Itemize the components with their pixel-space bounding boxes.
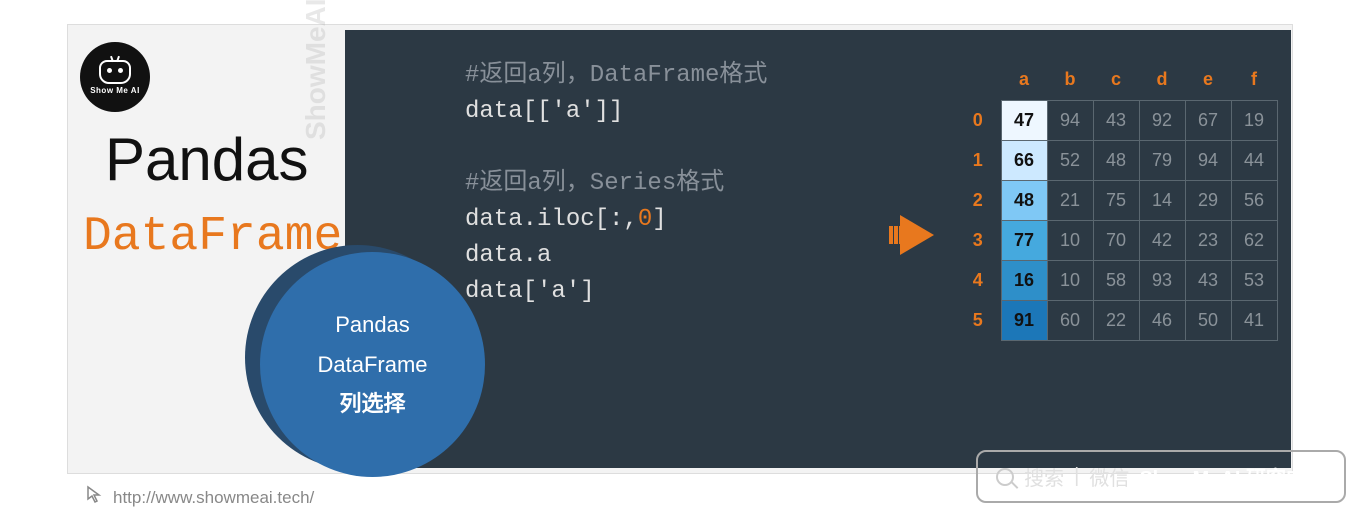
search-icon [996,468,1014,486]
row-index: 0 [955,100,1001,140]
cell: 58 [1093,260,1139,300]
cell: 48 [1001,180,1047,220]
search-text-1: 搜索 [1024,462,1064,491]
cell: 75 [1093,180,1139,220]
code-comment-2: #返回a列，Series格式 [465,170,724,197]
circle-line-3: 列选择 [339,384,405,424]
cell: 79 [1139,140,1185,180]
code-line-1: data[['a']] [465,98,623,125]
search-text-2: 微信 [1089,462,1129,491]
cell: 44 [1231,140,1277,180]
cell: 10 [1047,220,1093,260]
col-header: e [1185,60,1231,100]
cell: 16 [1001,260,1047,300]
cell: 91 [1001,300,1047,340]
code-line-2b: ] [652,206,666,233]
robot-face-icon [99,60,131,84]
title-dataframe: DataFrame [83,210,342,264]
cell: 41 [1231,300,1277,340]
cell: 52 [1047,140,1093,180]
cell: 21 [1047,180,1093,220]
search-text-3: ShowMeAI 研究中心 [1139,462,1326,491]
cell: 60 [1047,300,1093,340]
code-block: #返回a列，DataFrame格式 data[['a']] #返回a列，Seri… [465,58,767,310]
cell: 14 [1139,180,1185,220]
row-index: 2 [955,180,1001,220]
watermark-left: ShowMeAI [300,0,332,140]
code-line-3: data.a [465,242,551,269]
brand-logo: Show Me AI [80,42,150,112]
cell: 93 [1139,260,1185,300]
cell: 67 [1185,100,1231,140]
cell: 19 [1231,100,1277,140]
cell: 29 [1185,180,1231,220]
code-line-2a: data.iloc[:, [465,206,638,233]
cell: 53 [1231,260,1277,300]
cell: 22 [1093,300,1139,340]
cell: 48 [1093,140,1139,180]
arrow-icon [900,215,934,255]
cell: 62 [1231,220,1277,260]
footer-url: http://www.showmeai.tech/ [113,488,314,508]
row-index: 5 [955,300,1001,340]
code-line-4: data['a'] [465,278,595,305]
code-comment-1: #返回a列，DataFrame格式 [465,62,767,89]
col-header: f [1231,60,1277,100]
dataframe-table: abcdef 047944392671916652487994442482175… [955,60,1278,341]
cell: 50 [1185,300,1231,340]
cell: 43 [1093,100,1139,140]
title-pandas: Pandas [105,125,309,194]
cell: 70 [1093,220,1139,260]
col-header: a [1001,60,1047,100]
cell: 94 [1047,100,1093,140]
row-index: 3 [955,220,1001,260]
search-sep: | [1074,465,1079,488]
cell: 10 [1047,260,1093,300]
circle-line-2: DataFrame [317,345,427,385]
cell: 56 [1231,180,1277,220]
cell: 94 [1185,140,1231,180]
cell: 43 [1185,260,1231,300]
col-header: d [1139,60,1185,100]
search-box: 搜索 | 微信 ShowMeAI 研究中心 [976,450,1346,503]
col-header: c [1093,60,1139,100]
col-header: b [1047,60,1093,100]
cursor-icon [85,485,105,510]
cell: 66 [1001,140,1047,180]
cell: 47 [1001,100,1047,140]
cell: 92 [1139,100,1185,140]
brand-tag: Show Me AI [90,86,140,95]
cell: 23 [1185,220,1231,260]
cell: 77 [1001,220,1047,260]
watermark-right: ShowMeAI [1356,300,1361,482]
code-highlight-0: 0 [638,206,652,233]
cell: 42 [1139,220,1185,260]
topic-circle: Pandas DataFrame 列选择 [260,252,485,477]
circle-line-1: Pandas [335,305,410,345]
footer: http://www.showmeai.tech/ [85,485,314,510]
cell: 46 [1139,300,1185,340]
row-index: 1 [955,140,1001,180]
row-index: 4 [955,260,1001,300]
